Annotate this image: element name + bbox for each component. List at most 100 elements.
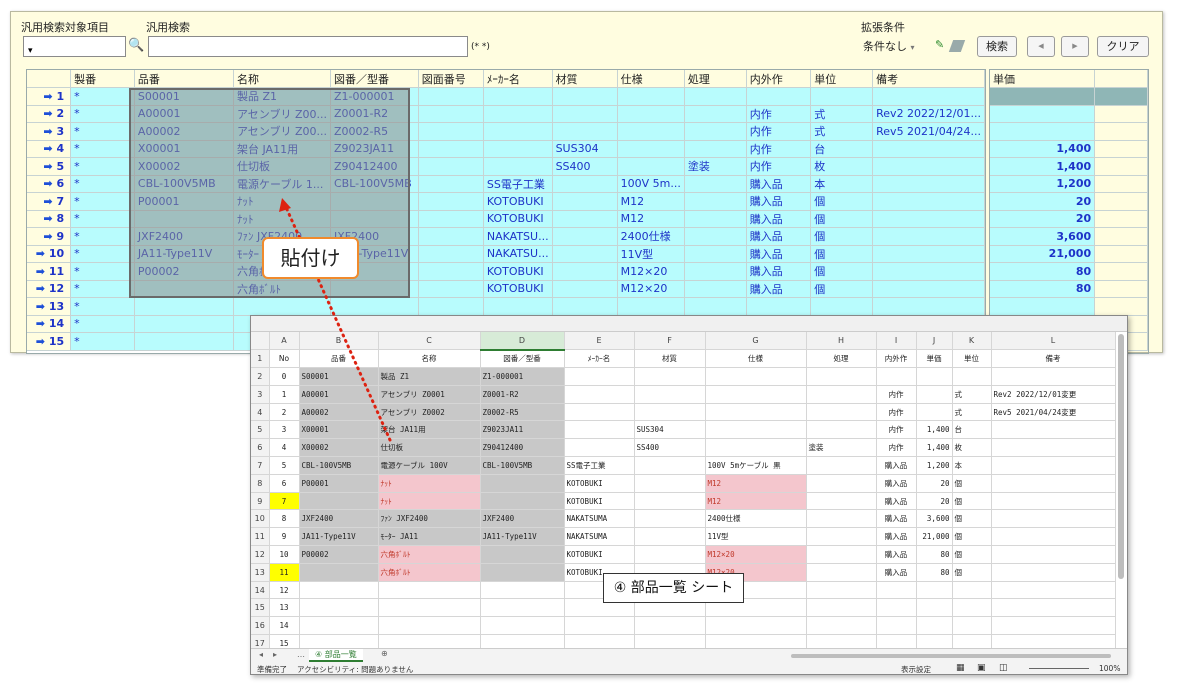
sheet-header-cell[interactable]: No (269, 349, 300, 369)
grid-cell-mk[interactable]: KOTOBUKI (483, 210, 553, 228)
grid-cell-zai[interactable] (552, 105, 618, 123)
price-row[interactable]: 80 (990, 280, 1148, 298)
sheet-cell[interactable]: Z0001-R2 (480, 385, 565, 404)
grid-cell-sh[interactable] (684, 140, 747, 158)
grid-cell-sp[interactable]: M12 (617, 192, 685, 211)
sheet-cell[interactable] (480, 563, 565, 582)
grid-cell-zm[interactable] (418, 175, 484, 193)
grid-cell-sp[interactable]: M12×20 (617, 280, 685, 298)
sheet-cell[interactable] (806, 563, 877, 582)
grid-cell-sh[interactable] (684, 227, 747, 246)
sheet-row[interactable]: 9 7 ﾅｯﾄ KOTOBUKI M12 購入品 20 個 (251, 492, 1116, 511)
price-cell[interactable]: 1,200 (990, 175, 1096, 193)
grid-cell-mk[interactable]: NAKATSU... (483, 245, 553, 263)
sheet-cell[interactable]: 6 (269, 474, 300, 493)
row-number[interactable]: 12 (251, 545, 270, 564)
sheet-cell[interactable] (564, 438, 635, 458)
grid-cell-zm[interactable] (418, 262, 484, 281)
sheet-cell[interactable]: 10 (269, 545, 300, 564)
sheet-cell[interactable]: 個 (952, 545, 992, 564)
sheet-row[interactable]: 11 9 JA11-Type11V ﾓｰﾀｰ JA11 JA11-Type11V NAKA… (251, 527, 1116, 547)
sheet-cell[interactable]: 個 (952, 474, 992, 493)
grid-cell-s[interactable]: * (70, 140, 135, 158)
grid-cell-s[interactable]: * (70, 122, 135, 141)
row-header[interactable]: ➡ 3 (27, 122, 72, 141)
price-row[interactable] (990, 105, 1148, 123)
sheet-cell[interactable] (876, 581, 917, 600)
price-cell[interactable] (990, 87, 1096, 106)
grid-header-0[interactable] (27, 70, 72, 88)
sheet-cell[interactable] (634, 367, 706, 386)
grid-cell-tan[interactable]: 本 (810, 175, 874, 193)
grid-cell-biko[interactable]: Rev2 2022/12/01... (872, 105, 985, 123)
sheet-cell[interactable]: A00001 (299, 385, 379, 404)
row-header[interactable]: ➡ 9 (27, 227, 72, 246)
sheet-cell[interactable] (806, 474, 877, 493)
sheet-cell[interactable]: 購入品 (876, 509, 917, 529)
sheet-cell[interactable] (634, 403, 706, 422)
sheet-cell[interactable] (991, 545, 1116, 564)
sheet-cell[interactable] (299, 598, 379, 618)
sheet-cell[interactable] (806, 385, 877, 404)
sheet-cell[interactable]: 台 (952, 420, 992, 440)
sheet-cell[interactable]: 13 (269, 598, 300, 618)
sheet-cell[interactable] (991, 474, 1116, 493)
grid-cell-mk[interactable]: KOTOBUKI (483, 262, 553, 281)
grid-cell-sp[interactable]: 11V型 (617, 245, 685, 263)
sheet-cell[interactable]: JXF2400 (480, 509, 565, 529)
sheet-cell[interactable]: 購入品 (876, 456, 917, 475)
sheet-cell[interactable]: 20 (916, 492, 953, 511)
grid-cell-hin[interactable] (134, 297, 235, 316)
grid-cell-sh[interactable] (684, 280, 747, 298)
grid-cell-mk[interactable] (483, 297, 553, 316)
grid-cell-mk[interactable] (483, 140, 553, 158)
grid-cell-sh[interactable] (684, 105, 747, 123)
sheet-cell[interactable]: 電源ケーブル 100V (378, 456, 481, 475)
sheet-cell[interactable] (634, 545, 706, 564)
sheet-cell[interactable] (634, 616, 706, 636)
grid-cell-zm[interactable] (418, 297, 484, 316)
grid-cell-sh[interactable] (684, 262, 747, 281)
sheet-cell[interactable]: NAKATSUMA (564, 509, 635, 529)
grid-cell-zai[interactable] (552, 122, 618, 141)
sheet-cell[interactable]: S00001 (299, 367, 379, 386)
sheet-row[interactable]: 2 0 S00001 製品 Z1 Z1-000001 (251, 367, 1116, 386)
row-number[interactable]: 9 (251, 492, 270, 511)
grid-cell-zai[interactable] (552, 192, 618, 211)
sheet-header-cell[interactable]: 名称 (378, 349, 481, 369)
grid-cell-zai[interactable] (552, 175, 618, 193)
sheet-cell[interactable]: ﾅｯﾄ (378, 474, 481, 493)
sheet-cell[interactable] (705, 420, 807, 440)
grid-cell-s[interactable]: * (70, 175, 135, 193)
grid-cell-sp[interactable] (617, 140, 685, 158)
row-header[interactable]: ➡ 13 (27, 297, 72, 316)
sheet-cell[interactable] (876, 367, 917, 386)
sheet-cell[interactable]: 11V型 (705, 527, 807, 547)
sheet-cell[interactable]: M12 (705, 474, 807, 493)
sheet-cell[interactable]: 塗装 (806, 438, 877, 458)
grid-cell-na[interactable]: 内作 (746, 157, 812, 176)
col-letter-F[interactable]: F (634, 332, 706, 351)
sheet-cell[interactable] (806, 492, 877, 511)
price-cell[interactable] (990, 105, 1096, 123)
sheet-cell[interactable]: 4 (269, 438, 300, 458)
horizontal-scrollbar[interactable] (791, 654, 1111, 658)
zoom-slider[interactable] (1029, 668, 1089, 669)
grid-cell-hin[interactable] (134, 332, 235, 351)
row-header[interactable]: ➡ 15 (27, 332, 72, 351)
vertical-scrollbar[interactable] (1118, 334, 1124, 579)
grid-cell-zai[interactable] (552, 280, 618, 298)
grid-cell-zai[interactable] (552, 210, 618, 228)
search-field-select[interactable]: ▾ (23, 36, 126, 57)
tab-more-icon[interactable]: … (297, 650, 305, 659)
sheet-cell[interactable] (564, 616, 635, 636)
sheet-row[interactable]: 7 5 CBL-100V5MB 電源ケーブル 100V CBL-100V5MB SS電子工… (251, 456, 1116, 475)
grid-header-11[interactable]: 単位 (810, 70, 874, 88)
col-letter-G[interactable]: G (705, 332, 807, 351)
grid-cell-biko[interactable]: Rev5 2021/04/24... (872, 122, 985, 141)
sheet-tab[interactable]: ④ 部品一覧 (309, 649, 363, 662)
grid-cell-tan[interactable]: 台 (810, 140, 874, 158)
sheet-header-cell[interactable]: 品番 (299, 349, 379, 369)
grid-cell-na[interactable]: 購入品 (746, 262, 812, 281)
sheet-cell[interactable] (916, 581, 953, 600)
